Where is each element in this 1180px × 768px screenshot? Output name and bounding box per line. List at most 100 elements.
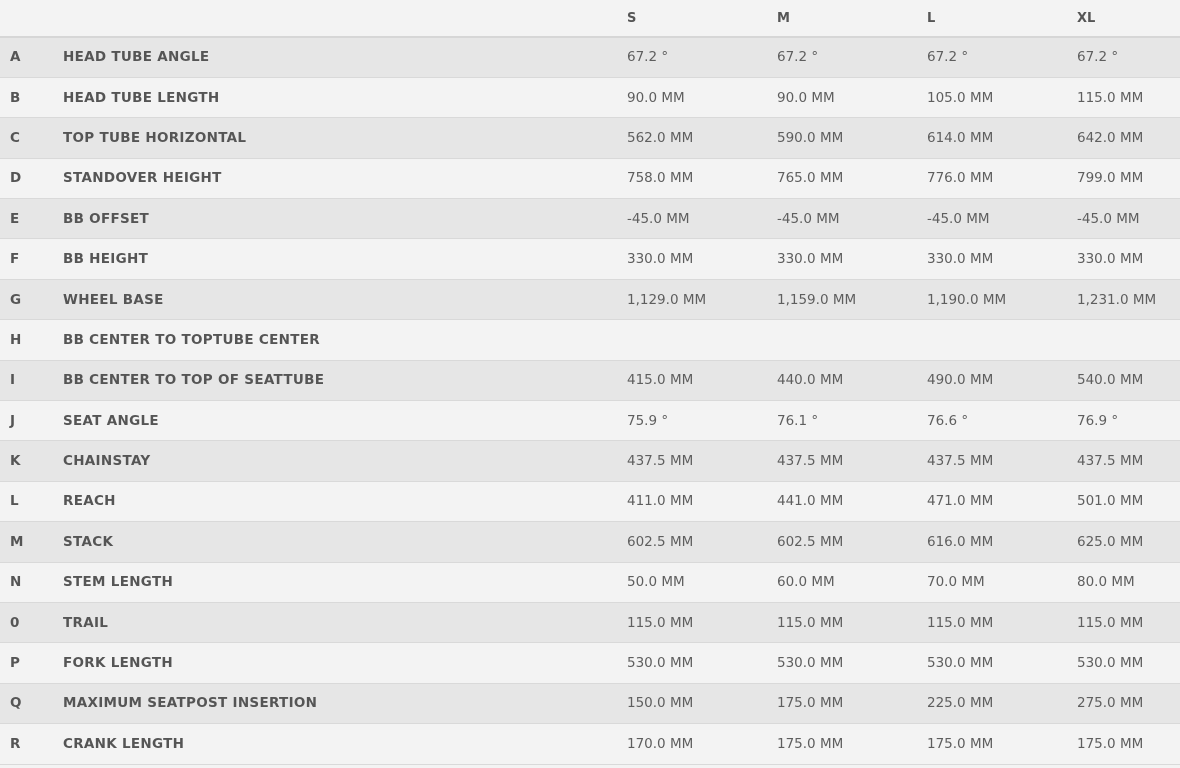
row-letter: N [10, 574, 22, 591]
row-label: STANDOVER HEIGHT [63, 170, 222, 187]
value-cell-s: 330.0 MM [627, 251, 694, 268]
row-letter: G [10, 291, 22, 308]
value-cell-xl: 115.0 MM [1077, 89, 1144, 106]
row-letter: L [10, 493, 19, 510]
size-header-row: S M L XL [0, 0, 1180, 38]
table-row: N STEM LENGTH 50.0 MM 60.0 MM 70.0 MM 80.0 MM [0, 562, 1180, 603]
row-letter: M [10, 533, 24, 550]
value-cell-m: 765.0 MM [777, 170, 844, 187]
row-label: WHEEL BASE [63, 291, 164, 308]
value-cell-xl: 330.0 MM [1077, 251, 1144, 268]
header-letter-cell [0, 0, 59, 38]
value-cell-xl: -45.0 MM [1077, 210, 1140, 227]
value-cell-xl: 799.0 MM [1077, 170, 1144, 187]
value-cell-m: 76.1 ° [777, 412, 819, 429]
table-row: I BB CENTER TO TOP OF SEATTUBE 415.0 MM 440… [0, 360, 1180, 401]
table-row: K CHAINSTAY 437.5 MM 437.5 MM 437.5 MM 437.5 … [0, 440, 1180, 482]
value-cell-m: 1,159.0 MM [777, 291, 857, 308]
size-header-l: L [923, 0, 1073, 38]
row-label: CHAINSTAY [63, 453, 151, 470]
value-cell-m: 440.0 MM [777, 372, 844, 389]
value-cell-l: 67.2 ° [927, 49, 969, 66]
row-letter: B [10, 89, 21, 106]
row-label: REACH [63, 493, 116, 510]
value-cell-l: 490.0 MM [927, 372, 994, 389]
value-cell-l: 175.0 MM [927, 735, 994, 752]
value-cell-m: 60.0 MM [777, 574, 835, 591]
row-label: MAXIMUM SEATPOST INSERTION [63, 695, 318, 712]
value-cell-s: 562.0 MM [627, 129, 694, 146]
value-cell-s: 415.0 MM [627, 372, 694, 389]
value-cell-l: 225.0 MM [927, 695, 994, 712]
row-label: CRANK LENGTH [63, 735, 185, 752]
value-cell-l: 471.0 MM [927, 493, 994, 510]
row-letter: P [10, 655, 20, 672]
value-cell-xl: 501.0 MM [1077, 493, 1144, 510]
value-cell-s: 90.0 MM [627, 89, 685, 106]
value-cell-l: 530.0 MM [927, 655, 994, 672]
row-letter: I [10, 372, 16, 389]
value-cell-xl: 175.0 MM [1077, 735, 1144, 752]
size-header-s: S [623, 0, 773, 38]
value-cell-m [773, 320, 923, 360]
value-cell-s: 530.0 MM [627, 655, 694, 672]
value-cell-xl [1073, 320, 1180, 360]
table-row: B HEAD TUBE LENGTH 90.0 MM 90.0 MM 105.0 MM 1… [0, 77, 1180, 118]
value-cell-m: 175.0 MM [777, 695, 844, 712]
value-cell-xl: 80.0 MM [1077, 574, 1135, 591]
value-cell-s: 758.0 MM [627, 170, 694, 187]
value-cell-m: 175.0 MM [777, 735, 844, 752]
value-cell-l: 115.0 MM [927, 614, 994, 631]
value-cell-s: -45.0 MM [627, 210, 690, 227]
value-cell-xl: 1,231.0 MM [1077, 291, 1157, 308]
row-label: STEM LENGTH [63, 574, 174, 591]
value-cell-m: 441.0 MM [777, 493, 844, 510]
table-row: Q MAXIMUM SEATPOST INSERTION 150.0 MM 175.0… [0, 683, 1180, 724]
value-cell-l: 70.0 MM [927, 574, 985, 591]
value-cell-m: 437.5 MM [777, 453, 844, 470]
size-header-xl: XL [1073, 0, 1180, 38]
value-cell-s: 115.0 MM [627, 614, 694, 631]
geometry-table-body: A HEAD TUBE ANGLE 67.2 ° 67.2 ° 67.2 ° 67.2 °… [0, 37, 1180, 765]
value-cell-l: 76.6 ° [927, 412, 969, 429]
value-cell-xl: 625.0 MM [1077, 533, 1144, 550]
value-cell-m: 67.2 ° [777, 49, 819, 66]
table-row: L REACH 411.0 MM 441.0 MM 471.0 MM 501.0 MM [0, 481, 1180, 522]
row-letter: E [10, 210, 20, 227]
value-cell-s [623, 320, 773, 360]
row-letter: K [10, 453, 21, 470]
row-letter: 0 [10, 614, 20, 631]
table-row: F BB HEIGHT 330.0 MM 330.0 MM 330.0 MM 330.0 … [0, 238, 1180, 280]
value-cell-xl: 67.2 ° [1077, 49, 1119, 66]
row-label: HEAD TUBE ANGLE [63, 49, 210, 66]
row-label: FORK LENGTH [63, 655, 174, 672]
table-row: G WHEEL BASE 1,129.0 MM 1,159.0 MM 1,190.0 M… [0, 279, 1180, 320]
table-row: C TOP TUBE HORIZONTAL 562.0 MM 590.0 MM 614.… [0, 117, 1180, 159]
row-letter: D [10, 170, 22, 187]
row-label: BB CENTER TO TOPTUBE CENTER [63, 331, 320, 348]
value-cell-xl: 115.0 MM [1077, 614, 1144, 631]
value-cell-s: 437.5 MM [627, 453, 694, 470]
value-cell-xl: 76.9 ° [1077, 412, 1119, 429]
header-label-cell [59, 0, 623, 38]
geometry-table-header: S M L XL [0, 0, 1180, 38]
row-label: SEAT ANGLE [63, 412, 159, 429]
row-letter: H [10, 331, 22, 348]
value-cell-m: 602.5 MM [777, 533, 844, 550]
value-cell-l: 1,190.0 MM [927, 291, 1007, 308]
value-cell-l [923, 320, 1073, 360]
table-row: E BB OFFSET -45.0 MM -45.0 MM -45.0 MM -45.0 … [0, 198, 1180, 239]
value-cell-l: 437.5 MM [927, 453, 994, 470]
value-cell-l: 330.0 MM [927, 251, 994, 268]
row-label: BB HEIGHT [63, 251, 149, 268]
value-cell-m: 115.0 MM [777, 614, 844, 631]
value-cell-s: 75.9 ° [627, 412, 669, 429]
value-cell-s: 170.0 MM [627, 735, 694, 752]
row-letter: F [10, 251, 20, 268]
size-header-m: M [773, 0, 923, 38]
row-letter: J [10, 412, 16, 429]
value-cell-xl: 275.0 MM [1077, 695, 1144, 712]
value-cell-s: 150.0 MM [627, 695, 694, 712]
value-cell-l: 614.0 MM [927, 129, 994, 146]
value-cell-xl: 530.0 MM [1077, 655, 1144, 672]
